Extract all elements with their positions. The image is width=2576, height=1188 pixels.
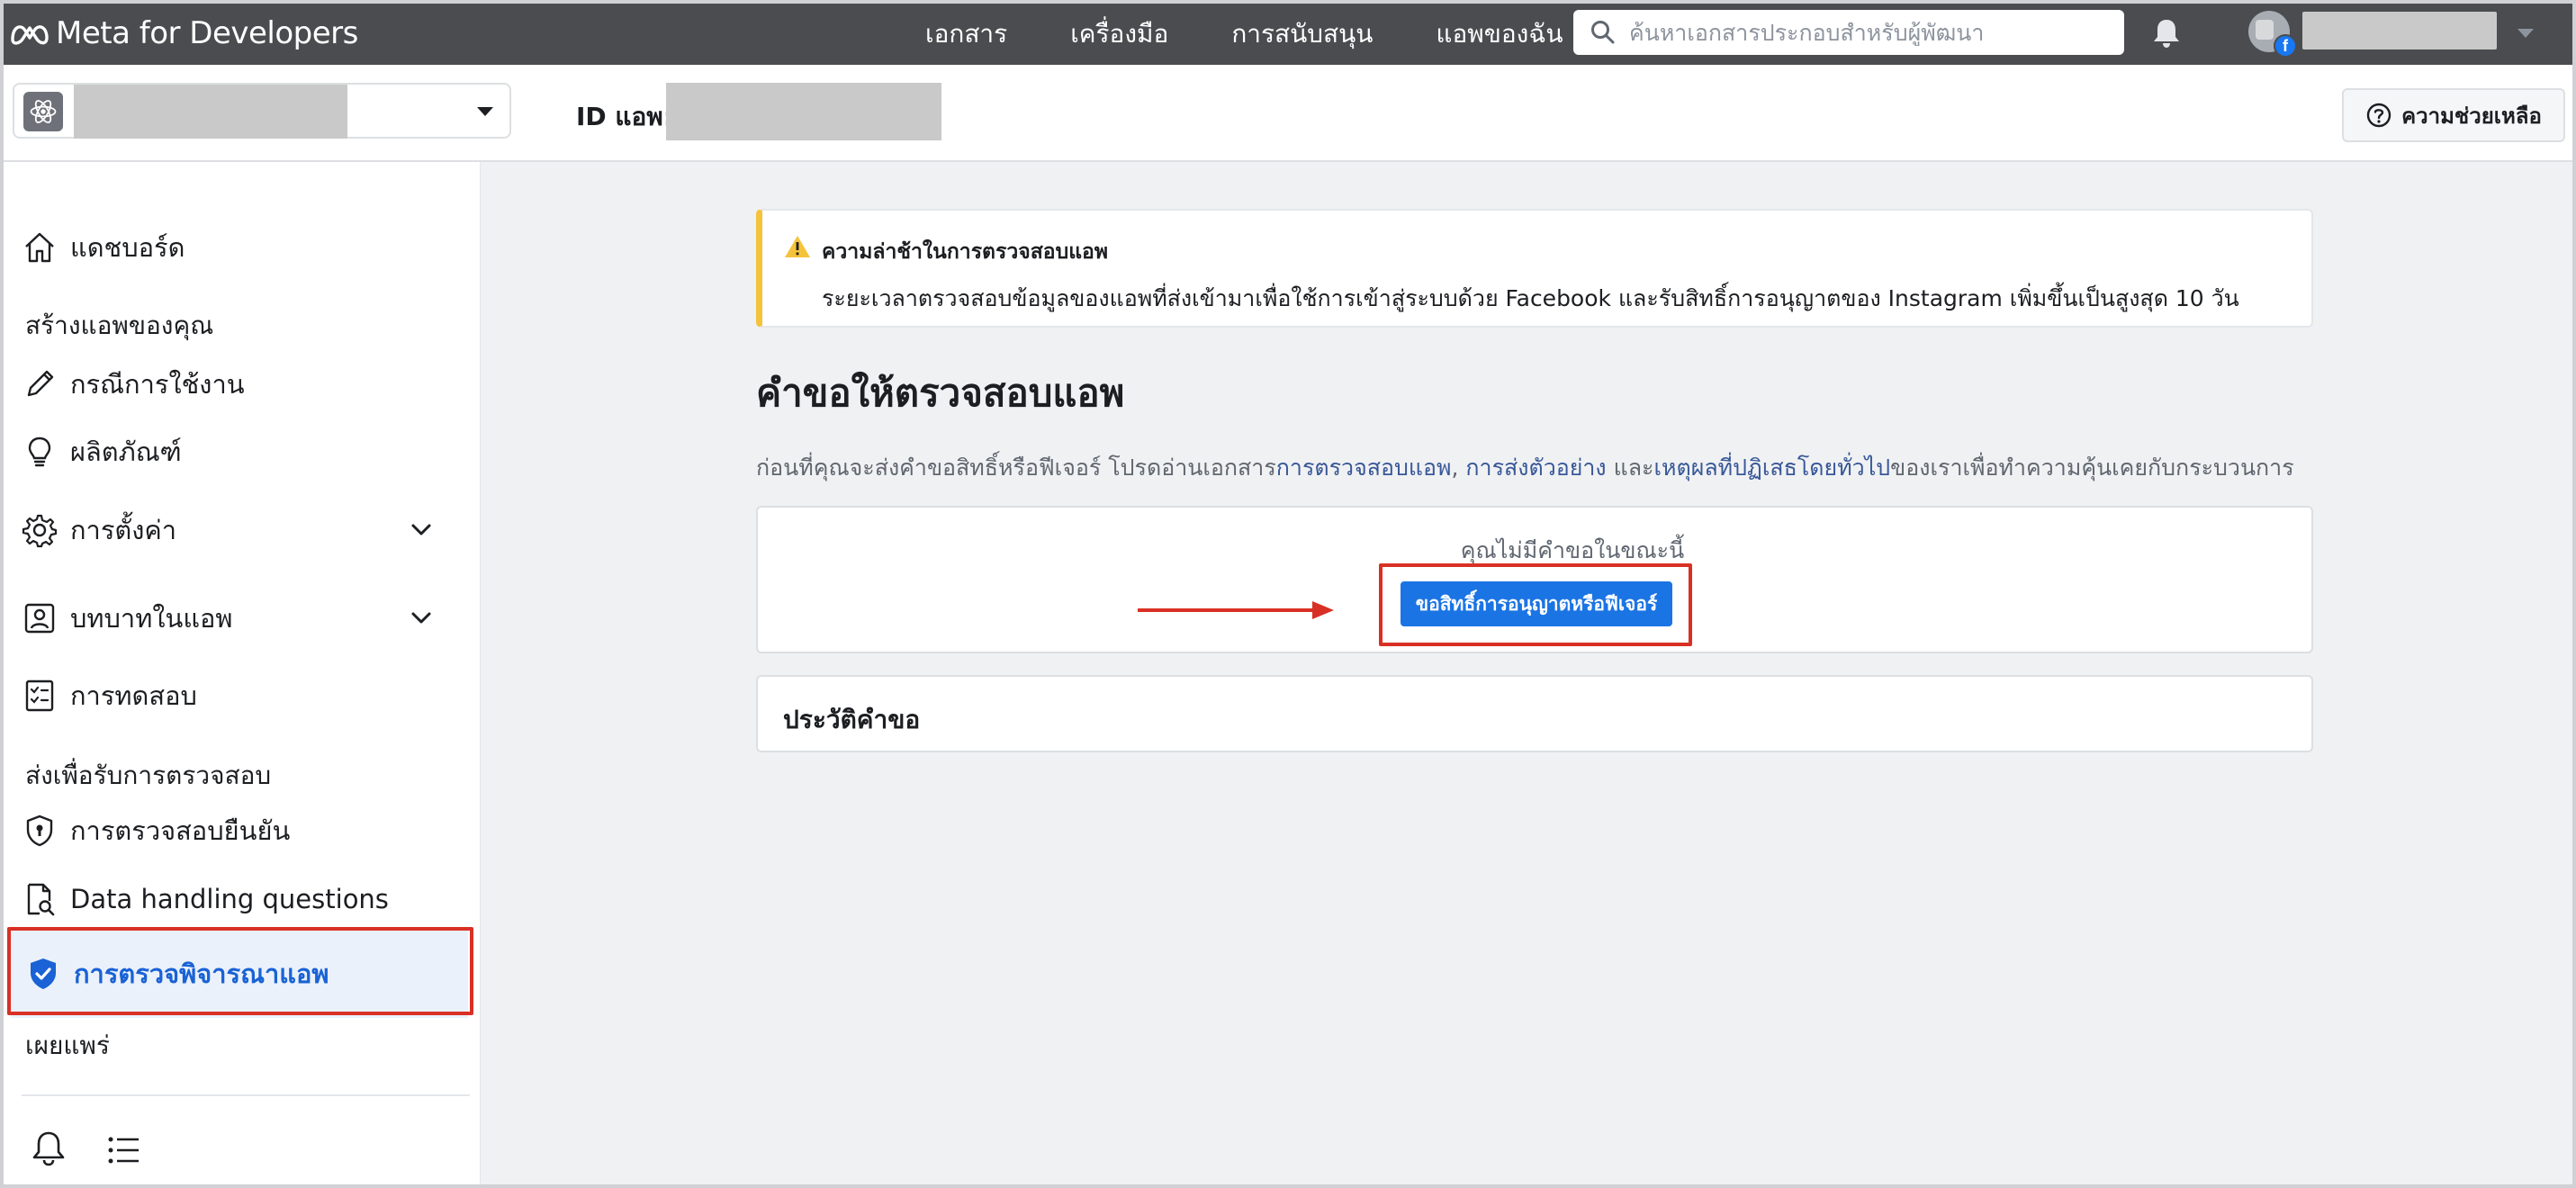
alert-title: ความล่าช้าในการตรวจสอบแอพ [822, 240, 1108, 264]
sidebar-divider [22, 1094, 470, 1096]
user-avatar[interactable]: f [2248, 11, 2297, 58]
sidebar-section-publish: เผยแพร่ [25, 1030, 110, 1060]
brand-text: Meta for Developers [56, 15, 358, 51]
sample-submissions-link[interactable]: การส่งตัวอย่าง [1465, 454, 1606, 481]
sidebar-item-settings[interactable]: การตั้งค่า [4, 502, 481, 558]
nav-link-tools[interactable]: เครื่องมือ [1070, 14, 1168, 54]
app-id-label: ID แอพ: [576, 102, 673, 131]
top-nav-links: เอกสาร เครื่องมือ การสนับสนุน แอพของฉัน [925, 4, 1563, 65]
request-history-title: ประวัติคำขอ [783, 705, 921, 734]
nav-link-support[interactable]: การสนับสนุน [1231, 14, 1373, 54]
question-circle-icon [2366, 103, 2391, 128]
redacted-user-name [2302, 12, 2497, 50]
alert-body: ระยะเวลาตรวจสอบข้อมูลของแอพที่ส่งเข้ามาเ… [822, 285, 2239, 311]
app-subheader: ID แอพ: ความช่วยเหลือ [4, 65, 2572, 162]
pencil-icon [20, 364, 59, 404]
annotation-arrow-icon [1138, 601, 1334, 619]
sidebar-item-label: แดชบอร์ด [70, 232, 185, 263]
intro-separator: และ [1606, 454, 1654, 481]
sidebar-item-data-handling[interactable]: Data handling questions [4, 871, 481, 927]
shield-check-icon [23, 954, 63, 994]
sidebar-item-label: การตรวจพิจารณาแอพ [74, 958, 329, 989]
sidebar-item-label: ผลิตภัณฑ์ [70, 436, 182, 467]
request-permissions-button[interactable]: ขอสิทธิ์การอนุญาตหรือฟีเจอร์ [1401, 581, 1672, 626]
chevron-down-icon[interactable] [409, 521, 434, 539]
bell-icon[interactable] [29, 1129, 68, 1168]
help-button-label: ความช่วยเหลือ [2401, 103, 2542, 129]
sidebar-section-build: สร้างแอพของคุณ [25, 310, 214, 340]
sidebar-item-label: การตรวจสอบยืนยัน [70, 815, 291, 846]
app-review-delay-alert: ความล่าช้าในการตรวจสอบแอพ ระยะเวลาตรวจสอ… [756, 209, 2313, 328]
sidebar-item-label: Data handling questions [70, 884, 389, 914]
empty-requests-text: คุณไม่มีคำขอในขณะนี้ [1460, 537, 1685, 563]
intro-paragraph: ก่อนที่คุณจะส่งคำขอสิทธิ์หรือฟีเจอร์ โปร… [756, 450, 2294, 486]
top-navigation-bar: Meta for Developers เอกสาร เครื่องมือ กา… [4, 4, 2572, 65]
person-badge-icon [20, 598, 59, 638]
facebook-badge-icon: f [2274, 34, 2297, 58]
document-search-icon [20, 879, 59, 919]
checklist-icon [20, 676, 59, 716]
intro-suffix: ของเราเพื่อทำความคุ้นเคยกับกระบวนการ [1890, 454, 2294, 481]
shield-lock-icon [20, 811, 59, 850]
lightbulb-icon [20, 432, 59, 472]
home-icon [20, 228, 59, 267]
warning-icon [785, 236, 810, 257]
main-content: ความล่าช้าในการตรวจสอบแอพ ระยะเวลาตรวจสอ… [481, 162, 2572, 1184]
app-switcher-dropdown[interactable] [13, 83, 511, 139]
docs-search-input[interactable] [1629, 19, 2115, 46]
sidebar-item-testing[interactable]: การทดสอบ [4, 668, 481, 724]
sidebar-item-label: กรณีการใช้งาน [70, 369, 245, 400]
dropdown-caret-icon [477, 107, 493, 116]
nav-link-my-apps[interactable]: แอพของฉัน [1436, 14, 1563, 54]
sidebar-item-dashboard[interactable]: แดชบอร์ด [4, 220, 481, 275]
nav-link-docs[interactable]: เอกสาร [925, 14, 1007, 54]
account-menu-caret-icon[interactable] [2515, 23, 2536, 41]
intro-separator: , [1451, 454, 1466, 481]
help-button[interactable]: ความช่วยเหลือ [2342, 88, 2565, 142]
sidebar-item-use-cases[interactable]: กรณีการใช้งาน [4, 356, 481, 412]
sidebar-section-submit: ส่งเพื่อรับการตรวจสอบ [25, 760, 272, 790]
search-icon [1591, 21, 1615, 44]
app-review-doc-link[interactable]: การตรวจสอบแอพ [1276, 454, 1452, 481]
sidebar-item-products[interactable]: ผลิตภัณฑ์ [4, 424, 481, 480]
common-rejection-reasons-link[interactable]: เหตุผลที่ปฏิเสธโดยทั่วไป [1653, 454, 1890, 481]
sidebar-item-app-review[interactable]: การตรวจพิจารณาแอพ [11, 930, 468, 1018]
sidebar-item-label: การทดสอบ [70, 680, 197, 711]
chevron-down-icon[interactable] [409, 609, 434, 627]
sidebar-item-label: บทบาทในแอพ [70, 603, 233, 634]
meta-logo-icon [11, 25, 49, 45]
intro-prefix: ก่อนที่คุณจะส่งคำขอสิทธิ์หรือฟีเจอร์ โปร… [756, 454, 1276, 481]
list-icon[interactable] [106, 1132, 142, 1168]
request-history-card[interactable]: ประวัติคำขอ [756, 675, 2313, 752]
app-atom-icon [23, 92, 63, 131]
sidebar-item-label: การตั้งค่า [70, 515, 177, 545]
gear-icon [20, 510, 59, 550]
sidebar-item-app-roles[interactable]: บทบาทในแอพ [4, 590, 481, 646]
page-title: คำขอให้ตรวจสอบแอพ [756, 371, 1125, 415]
redacted-app-name [74, 85, 347, 139]
docs-search-box[interactable] [1573, 10, 2124, 55]
meta-brand-logo[interactable]: Meta for Developers [9, 13, 358, 54]
requests-card: คุณไม่มีคำขอในขณะนี้ ขอสิทธิ์การอนุญาตหร… [756, 506, 2313, 653]
app-window: Meta for Developers เอกสาร เครื่องมือ กา… [0, 0, 2576, 1188]
sidebar-item-verification[interactable]: การตรวจสอบยืนยัน [4, 803, 481, 859]
notifications-bell-icon[interactable] [2149, 16, 2184, 50]
left-sidebar: แดชบอร์ด สร้างแอพของคุณ กรณีการใช้งาน ผล… [4, 162, 481, 1184]
redacted-app-id [666, 83, 941, 140]
